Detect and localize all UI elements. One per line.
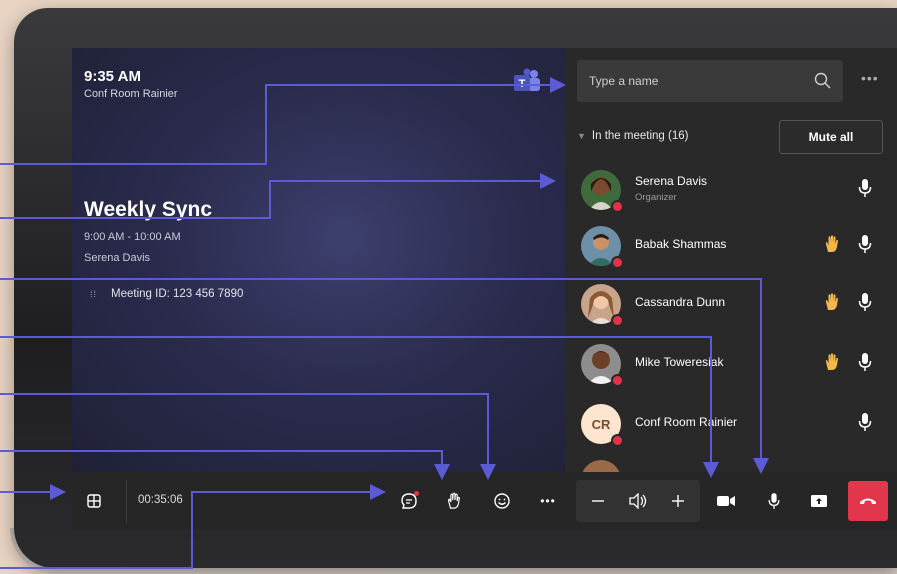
share-screen-button[interactable] bbox=[799, 481, 839, 521]
raised-hand-icon bbox=[825, 235, 838, 252]
raise-hand-button[interactable] bbox=[434, 481, 474, 521]
speaker-button[interactable] bbox=[618, 481, 658, 521]
clock: 9:35 AM bbox=[84, 68, 141, 85]
chevron-down-icon: ▼ bbox=[577, 131, 586, 141]
smiley-icon bbox=[494, 493, 510, 509]
participant-row[interactable]: Mike Toweresiak bbox=[565, 336, 897, 392]
meeting-id-row: ⁞⁞ Meeting ID: 123 456 7890 bbox=[90, 288, 243, 300]
presence-busy-icon bbox=[611, 314, 624, 327]
toolbar-divider bbox=[126, 480, 127, 522]
search-input[interactable]: Type a name bbox=[577, 60, 843, 102]
raise-hand-icon bbox=[447, 492, 460, 509]
meeting-time-range: 9:00 AM - 10:00 AM bbox=[84, 231, 181, 243]
presence-busy-icon bbox=[611, 434, 624, 447]
call-toolbar: 00:35:06 ••• bbox=[72, 472, 897, 530]
in-meeting-section-header[interactable]: ▼ In the meeting (16) bbox=[577, 130, 688, 142]
panel-more-options-icon[interactable]: ••• bbox=[861, 70, 879, 86]
chat-button[interactable] bbox=[389, 481, 429, 521]
microphone-button[interactable] bbox=[754, 481, 794, 521]
participant-name: Cassandra Dunn bbox=[635, 295, 726, 309]
participant-name: Mike Toweresiak bbox=[635, 355, 724, 369]
search-icon[interactable] bbox=[813, 71, 833, 91]
minus-icon bbox=[592, 500, 604, 502]
presence-busy-icon bbox=[611, 200, 624, 213]
participant-row[interactable]: Babak Shammas bbox=[565, 218, 897, 274]
call-timer: 00:35:06 bbox=[138, 494, 183, 506]
mute-all-button[interactable]: Mute all bbox=[779, 120, 883, 154]
microphone-icon[interactable] bbox=[857, 234, 873, 254]
microphone-icon bbox=[768, 493, 780, 509]
microphone-icon[interactable] bbox=[857, 352, 873, 372]
camera-icon bbox=[717, 496, 735, 506]
gallery-grid-icon bbox=[87, 494, 101, 508]
microphone-icon[interactable] bbox=[857, 292, 873, 312]
participant-name: Conf Room Rainier bbox=[635, 415, 738, 429]
in-meeting-count: In the meeting (16) bbox=[591, 130, 689, 142]
presence-busy-icon bbox=[611, 374, 624, 387]
dialpad-icon: ⁞⁞ bbox=[90, 289, 98, 299]
teams-logo-icon: T bbox=[514, 68, 540, 91]
hang-up-button[interactable] bbox=[848, 481, 888, 521]
participant-row[interactable]: Serena Davis Organizer bbox=[565, 162, 897, 218]
participant-role: Organizer bbox=[635, 192, 677, 203]
meeting-organizer: Serena Davis bbox=[84, 252, 151, 264]
participant-name: Babak Shammas bbox=[635, 237, 727, 251]
raised-hand-icon bbox=[825, 293, 838, 310]
teams-room-device: 9:35 AM Conf Room Rainier T Weekly Sync … bbox=[14, 8, 897, 568]
gallery-view-button[interactable] bbox=[74, 481, 114, 521]
speaker-icon bbox=[629, 493, 647, 509]
participant-row[interactable]: CR Conf Room Rainier bbox=[565, 396, 897, 452]
share-screen-icon bbox=[811, 495, 827, 507]
meeting-stage: 9:35 AM Conf Room Rainier T Weekly Sync … bbox=[72, 48, 565, 472]
more-options-icon[interactable]: ••• bbox=[528, 481, 568, 521]
volume-down-button[interactable] bbox=[578, 481, 618, 521]
camera-button[interactable] bbox=[706, 481, 746, 521]
svg-text:T: T bbox=[519, 78, 526, 90]
room-name: Conf Room Rainier bbox=[84, 88, 178, 100]
raised-hand-icon bbox=[825, 353, 838, 370]
meeting-id: Meeting ID: 123 456 7890 bbox=[111, 288, 244, 300]
participant-row[interactable]: Cassandra Dunn bbox=[565, 276, 897, 332]
unread-badge bbox=[414, 491, 419, 496]
hang-up-icon bbox=[860, 498, 876, 504]
meeting-title: Weekly Sync bbox=[84, 198, 213, 221]
plus-icon bbox=[672, 495, 684, 507]
presence-busy-icon bbox=[611, 256, 624, 269]
device-screen: 9:35 AM Conf Room Rainier T Weekly Sync … bbox=[72, 48, 897, 530]
participant-name: Serena Davis bbox=[635, 174, 708, 188]
microphone-icon[interactable] bbox=[857, 412, 873, 432]
search-placeholder: Type a name bbox=[589, 74, 659, 88]
microphone-icon[interactable] bbox=[857, 178, 873, 198]
reactions-button[interactable] bbox=[482, 481, 522, 521]
volume-control bbox=[576, 480, 700, 522]
volume-up-button[interactable] bbox=[658, 481, 698, 521]
participants-panel: Type a name ••• ▼ In the meeting (16) Mu… bbox=[565, 48, 897, 500]
